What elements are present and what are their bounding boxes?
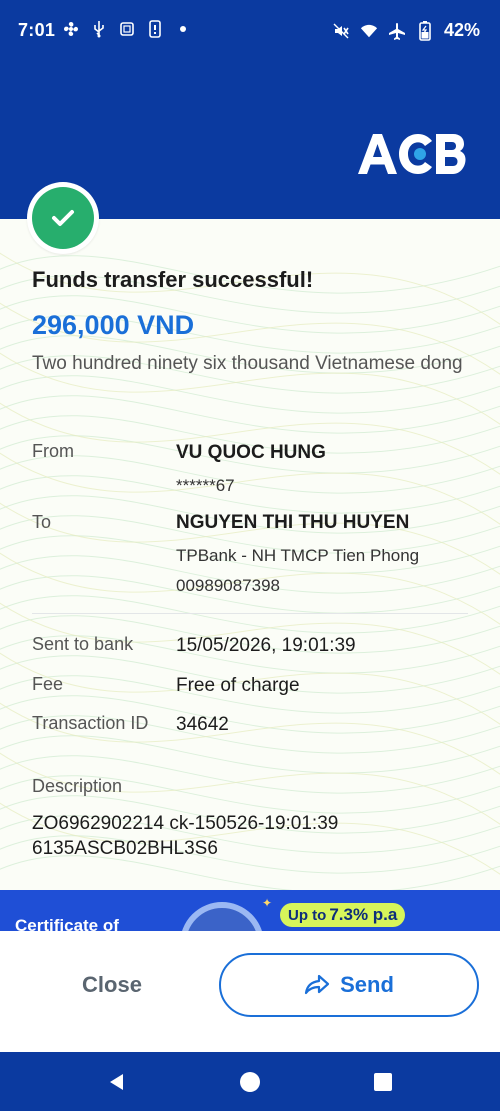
- sender-name: VU QUOC HUNG: [176, 442, 326, 463]
- sent-to-bank-value: 15/05/2026, 19:01:39: [176, 635, 356, 656]
- status-time: 7:01: [18, 20, 56, 40]
- fee-value: Free of charge: [176, 675, 300, 696]
- recipient-bank: TPBank - NH TMCP Tien Phong: [176, 546, 420, 565]
- divider: [32, 613, 468, 614]
- sparkle-icon: ✦: [262, 896, 273, 910]
- battery-icon: [416, 20, 434, 41]
- back-icon[interactable]: [106, 1071, 128, 1093]
- usb-icon: [90, 20, 108, 38]
- from-label: From: [32, 441, 74, 461]
- system-nav-bar: [0, 1052, 500, 1111]
- wifi-icon: [360, 22, 378, 40]
- sim-icon: [146, 20, 164, 38]
- fan-icon: [62, 20, 80, 38]
- share-icon: [304, 974, 330, 995]
- transfer-status-title: Funds transfer successful!: [32, 267, 314, 292]
- action-bar: Close Send: [0, 931, 500, 1052]
- send-button[interactable]: Send: [219, 953, 479, 1017]
- rate-pill: Up to 7.3% p.a: [280, 903, 406, 927]
- recipient-account: 00989087398: [176, 576, 281, 595]
- promo-banner[interactable]: Certificate of ✦ Up to 7.3% p.a: [0, 890, 500, 931]
- screen-icon: [118, 20, 136, 38]
- recipient-name: NGUYEN THI THU HUYEN: [176, 512, 410, 533]
- close-button[interactable]: Close: [22, 953, 202, 1017]
- fee-label: Fee: [32, 674, 64, 694]
- banner-text: Certificate of: [15, 916, 119, 931]
- transfer-amount: 296,000 VND: [32, 310, 195, 340]
- send-label: Send: [340, 972, 394, 997]
- transaction-id-value: 34642: [176, 714, 229, 735]
- sender-account: ******67: [176, 476, 235, 495]
- acb-logo: [358, 134, 466, 174]
- description-label: Description: [32, 776, 123, 796]
- status-bar: 7:01 42%: [0, 0, 500, 62]
- battery-percent: 42%: [443, 20, 480, 40]
- rate-prefix: Up to: [288, 906, 327, 924]
- recents-icon[interactable]: [372, 1071, 394, 1093]
- amount-in-words: Two hundred ninety six thousand Vietname…: [32, 353, 463, 374]
- mute-icon: [332, 22, 350, 40]
- description-value: ZO6962902214 ck-150526-19:01:39 6135ASCB…: [32, 813, 339, 859]
- dot-icon: [174, 20, 192, 38]
- home-icon[interactable]: [239, 1071, 261, 1093]
- rate-value: 7.3% p.a: [329, 905, 398, 924]
- to-label: To: [32, 512, 52, 532]
- transaction-id-label: Transaction ID: [32, 713, 149, 733]
- checkmark-icon: [52, 210, 74, 226]
- coin-graphic: [180, 902, 264, 931]
- success-badge: [27, 182, 99, 254]
- airplane-icon: [388, 22, 406, 40]
- sent-to-bank-label: Sent to bank: [32, 634, 134, 654]
